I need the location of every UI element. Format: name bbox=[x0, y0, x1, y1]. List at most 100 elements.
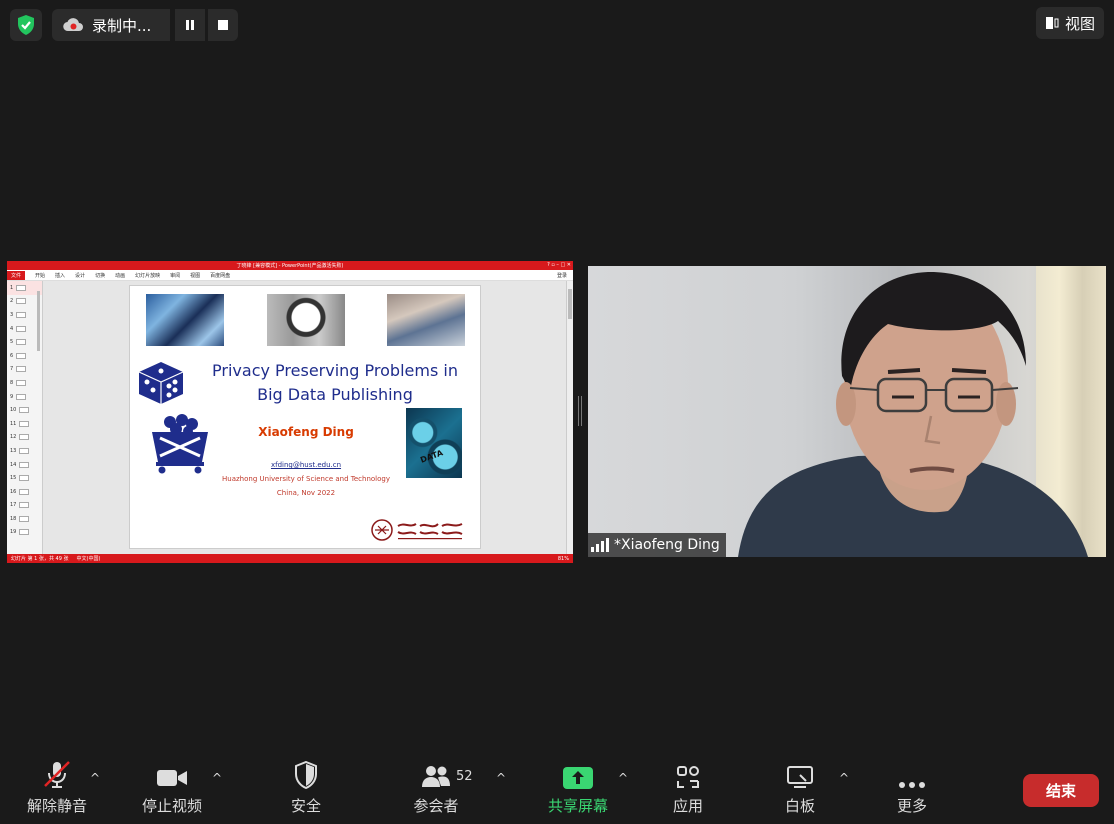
current-slide: Privacy Preserving Problems in Big Data … bbox=[129, 285, 481, 549]
share-screen-icon bbox=[563, 767, 593, 789]
video-camera-icon bbox=[157, 770, 187, 786]
ppt-zoom: 81% bbox=[557, 555, 569, 562]
slide-author: Xiaofeng Ding bbox=[258, 425, 354, 439]
whiteboard-icon bbox=[787, 766, 813, 788]
apps-icon bbox=[677, 766, 699, 788]
share-screen-label: 共享屏幕 bbox=[547, 797, 608, 815]
slide-title-line: Big Data Publishing bbox=[257, 385, 413, 404]
participants-count: 52 bbox=[456, 769, 473, 784]
slide-thumbnail: 14 bbox=[7, 458, 42, 472]
ppt-tab: 设计 bbox=[75, 272, 86, 279]
ppt-tab: 审阅 bbox=[170, 272, 181, 279]
shared-screen[interactable]: 丁晓锋 [兼容模式] - PowerPoint(产品激活失败) ? ▫ – □ … bbox=[7, 261, 573, 563]
ppt-tab: 插入 bbox=[55, 272, 66, 279]
dice-icon bbox=[138, 362, 184, 404]
ppt-login: 登录 bbox=[556, 272, 567, 279]
participant-video[interactable]: *Xiaofeng Ding bbox=[588, 266, 1106, 557]
ppt-tab: 文件 bbox=[7, 270, 26, 280]
share-options-caret-icon[interactable]: ^ bbox=[618, 771, 628, 785]
meeting-window: 录制中... 视图 丁晓锋 [兼容模式] - PowerPoint(产品激活失败… bbox=[0, 0, 1114, 824]
university-logo bbox=[371, 519, 463, 541]
share-screen-button[interactable]: 共享屏幕 bbox=[542, 755, 614, 816]
stop-video-label: 停止视频 bbox=[141, 797, 202, 815]
signal-strength-icon bbox=[591, 538, 609, 552]
slide-thumbnail: 13 bbox=[7, 444, 42, 458]
recording-indicator[interactable]: 录制中... bbox=[52, 9, 170, 41]
muted-mic-icon bbox=[44, 761, 70, 788]
view-button[interactable]: 视图 bbox=[1036, 7, 1104, 39]
slide-email: xfding@hust.edu.cn bbox=[270, 461, 342, 469]
slide-thumbnail: 16 bbox=[7, 485, 42, 499]
ppt-tab: 幻灯片放映 bbox=[135, 272, 161, 279]
ppt-tab: 切换 bbox=[95, 272, 106, 279]
recording-label: 录制中... bbox=[92, 16, 152, 35]
ppt-tab: 动画 bbox=[115, 272, 126, 279]
whiteboard-label: 白板 bbox=[784, 797, 815, 815]
slide-thumbnail: 7 bbox=[7, 363, 42, 377]
participants-options-caret-icon[interactable]: ^ bbox=[496, 771, 506, 785]
ppt-language: 中文(中国) bbox=[76, 556, 101, 562]
split-divider-handle[interactable] bbox=[578, 396, 582, 426]
ppt-slide-count: 幻灯片 第 1 张，共 49 张 bbox=[11, 556, 69, 562]
ppt-status-bar: 幻灯片 第 1 张，共 49 张 中文(中国) 81% bbox=[7, 554, 573, 563]
apps-button[interactable]: 应用 bbox=[668, 755, 708, 816]
more-label: 更多 bbox=[896, 797, 927, 815]
slide-thumbnail: 18 bbox=[7, 512, 42, 526]
slide-thumbnail: 8 bbox=[7, 376, 42, 390]
cloud-recording-icon bbox=[63, 18, 83, 32]
meeting-toolbar: 解除静音 ^ 停止视频 ^ 安全 参会者 52 ^ 共享屏幕 ^ 应用 白板 ^… bbox=[0, 755, 1114, 824]
more-button[interactable]: 更多 bbox=[892, 755, 932, 816]
slide-university: Huazhong University of Science and Techn… bbox=[222, 475, 390, 483]
slide-thumbnail: 9 bbox=[7, 390, 42, 404]
audio-options-caret-icon[interactable]: ^ bbox=[90, 771, 100, 785]
apps-label: 应用 bbox=[672, 797, 703, 815]
participant-person bbox=[738, 271, 1088, 557]
whiteboard-button[interactable]: 白板 bbox=[778, 755, 822, 816]
thumbnail-scrollbar bbox=[37, 291, 40, 351]
window-controls-icon: ? ▫ – □ ✕ bbox=[547, 262, 571, 268]
slide-date: China, Nov 2022 bbox=[276, 489, 336, 497]
ppt-window-title: 丁晓锋 [兼容模式] - PowerPoint(产品激活失败) bbox=[236, 263, 344, 269]
participant-name: *Xiaofeng Ding bbox=[614, 537, 720, 553]
slide-thumbnail: 6 bbox=[7, 349, 42, 363]
slide-scrollbar bbox=[566, 281, 573, 554]
security-label: 安全 bbox=[290, 797, 321, 815]
ppt-workspace: 1 2 3 4 5 6 7 8 9 10 11 12 13 14 15 16 1… bbox=[7, 281, 573, 554]
slide-thumbnail: 17 bbox=[7, 499, 42, 513]
security-shield-icon bbox=[295, 761, 317, 789]
keyboard-photo bbox=[387, 294, 465, 346]
disc-photo bbox=[146, 294, 224, 346]
participant-name-tag: *Xiaofeng Ding bbox=[588, 533, 726, 557]
ppt-tab: 视图 bbox=[190, 272, 201, 279]
slide-thumbnail: 12 bbox=[7, 431, 42, 445]
participants-icon bbox=[422, 766, 450, 787]
ppt-tab: 开始 bbox=[35, 272, 46, 279]
ppt-title-bar: 丁晓锋 [兼容模式] - PowerPoint(产品激活失败) ? ▫ – □ … bbox=[7, 261, 573, 270]
encryption-shield-icon[interactable] bbox=[10, 9, 42, 41]
slide-thumbnail-pane: 1 2 3 4 5 6 7 8 9 10 11 12 13 14 15 16 1… bbox=[7, 281, 43, 554]
pause-recording-button[interactable] bbox=[175, 9, 205, 41]
magnifier-photo bbox=[267, 294, 345, 346]
view-label: 视图 bbox=[1064, 14, 1095, 33]
participants-label: 参会者 bbox=[413, 797, 459, 815]
slide-thumbnail: 19 bbox=[7, 526, 42, 540]
slide-thumbnail: 11 bbox=[7, 417, 42, 431]
slide-title-line: Privacy Preserving Problems in bbox=[212, 361, 458, 380]
video-options-caret-icon[interactable]: ^ bbox=[212, 771, 222, 785]
slide-thumbnail: 15 bbox=[7, 471, 42, 485]
stop-recording-button[interactable] bbox=[208, 9, 238, 41]
participants-button[interactable]: 参会者 bbox=[408, 755, 464, 816]
ppt-ribbon-tabs: 文件 开始 插入 设计 切换 动画 幻灯片放映 审阅 视图 百度网盘 登录 bbox=[7, 270, 573, 281]
security-button[interactable]: 安全 bbox=[282, 755, 330, 816]
whiteboard-options-caret-icon[interactable]: ^ bbox=[839, 771, 849, 785]
view-layout-icon bbox=[1045, 17, 1059, 29]
unmute-label: 解除静音 bbox=[26, 797, 87, 815]
pause-icon bbox=[186, 20, 194, 30]
stop-video-button[interactable]: 停止视频 bbox=[137, 755, 207, 816]
end-meeting-button[interactable]: 结束 bbox=[1023, 774, 1099, 807]
stop-icon bbox=[218, 20, 228, 30]
unmute-button[interactable]: 解除静音 bbox=[22, 755, 92, 816]
ppt-tab: 百度网盘 bbox=[210, 272, 231, 279]
slide-thumbnail: 10 bbox=[7, 403, 42, 417]
more-dots-icon bbox=[899, 782, 925, 788]
